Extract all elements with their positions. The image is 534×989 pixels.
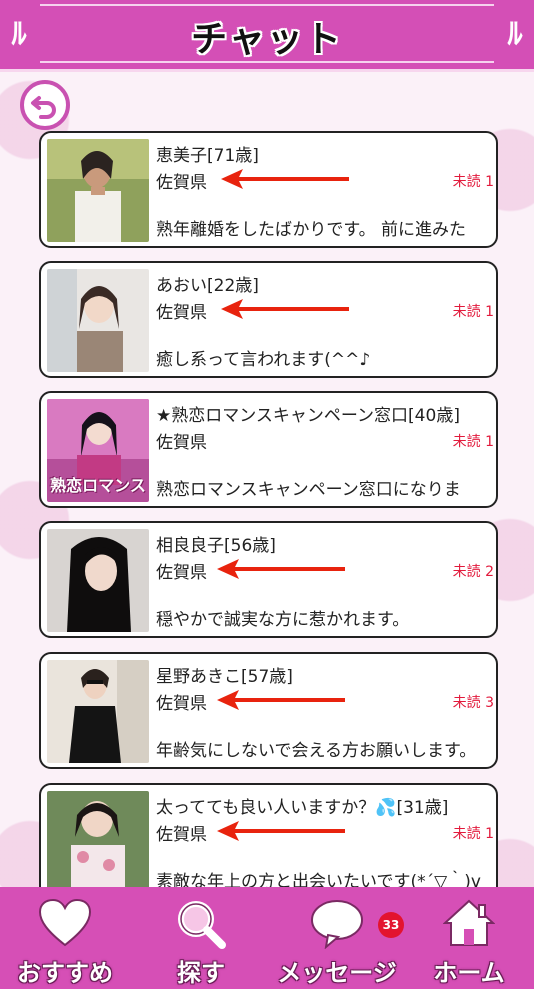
chat-card[interactable]: 太ってても良い人いますか？💦[31歳] 佐賀県 未読 1 素敵な年上の方と出会い… <box>39 783 498 900</box>
red-arrow-icon <box>217 690 345 710</box>
chat-last-message: 年齢気にしないで会える方お願いします。 <box>156 741 477 761</box>
campaign-photo-text: 熟恋ロマンス <box>50 476 146 495</box>
chat-name: 恵美子[71歳] <box>156 146 259 166</box>
profile-photo[interactable] <box>47 139 149 242</box>
chat-card[interactable]: 星野あきこ[57歳] 佐賀県 未読 3 年齢気にしないで会える方お願いします。 <box>39 652 498 769</box>
red-arrow-icon <box>217 559 345 579</box>
unread-badge: 未読 2 <box>452 564 494 580</box>
ornament-icon: ﾙ <box>507 17 523 52</box>
unread-badge: 未読 1 <box>452 174 494 190</box>
nav-search[interactable]: 探す <box>136 895 266 987</box>
search-icon <box>178 901 226 949</box>
chat-name: 星野あきこ[57歳] <box>156 667 293 687</box>
chat-prefecture: 佐賀県 <box>156 173 207 193</box>
chat-prefecture: 佐賀県 <box>156 563 207 583</box>
page-title: チャット <box>191 19 343 60</box>
red-arrow-icon <box>217 821 345 841</box>
profile-photo[interactable] <box>47 269 149 372</box>
chat-name: 相良良子[56歳] <box>156 536 276 556</box>
back-button[interactable] <box>20 80 70 130</box>
chat-prefecture: 佐賀県 <box>156 303 207 323</box>
chat-card[interactable]: 恵美子[71歳] 佐賀県 未読 1 熟年離婚をしたばかりです。 前に進みた <box>39 131 498 248</box>
nav-home[interactable]: ホーム <box>404 895 534 987</box>
message-count-badge: 33 <box>378 912 404 938</box>
chat-prefecture: 佐賀県 <box>156 433 207 453</box>
nav-search-label: 探す <box>177 959 225 987</box>
unread-badge: 未読 3 <box>452 695 494 711</box>
header-bar: ﾙ チャット ﾙ <box>0 0 534 72</box>
chat-last-message: 穏やかで誠実な方に惹かれます。 <box>156 610 410 630</box>
unread-badge: 未読 1 <box>452 304 494 320</box>
chat-name: 太ってても良い人いますか？💦[31歳] <box>156 798 449 818</box>
chat-last-message: 癒し系って言われます(^^♪ <box>156 350 371 370</box>
back-arrow-icon <box>31 96 56 119</box>
heart-icon <box>39 899 91 947</box>
speech-bubble-icon <box>311 900 363 949</box>
chat-card[interactable]: 熟恋ロマンス ★熟恋ロマンスキャンペーン窓口[40歳] 佐賀県 未読 1 熟恋ロ… <box>39 391 498 508</box>
profile-photo[interactable] <box>47 660 149 763</box>
profile-photo[interactable] <box>47 529 149 632</box>
header-divider <box>40 4 494 6</box>
chat-card[interactable]: あおい[22歳] 佐賀県 未読 1 癒し系って言われます(^^♪ <box>39 261 498 378</box>
chat-last-message: 熟恋ロマンスキャンペーン窓口になりま <box>156 480 461 500</box>
unread-badge: 未読 1 <box>452 826 494 842</box>
chat-last-message: 熟年離婚をしたばかりです。 前に進みた <box>156 220 467 240</box>
chat-card[interactable]: 相良良子[56歳] 佐賀県 未読 2 穏やかで誠実な方に惹かれます。 <box>39 521 498 638</box>
nav-home-label: ホーム <box>433 959 505 987</box>
chat-name: ★熟恋ロマンスキャンペーン窓口[40歳] <box>156 406 460 426</box>
red-arrow-icon <box>221 169 349 189</box>
home-icon <box>443 899 495 946</box>
nav-recommend[interactable]: おすすめ <box>0 895 130 987</box>
nav-recommend-label: おすすめ <box>17 959 113 987</box>
profile-photo[interactable] <box>47 791 149 894</box>
chat-name: あおい[22歳] <box>156 276 259 296</box>
nav-messages[interactable]: メッセージ <box>272 895 402 987</box>
bottom-nav: おすすめ 探す メッセージ ホーム <box>0 887 534 989</box>
chat-prefecture: 佐賀県 <box>156 694 207 714</box>
chat-prefecture: 佐賀県 <box>156 825 207 845</box>
unread-badge: 未読 1 <box>452 434 494 450</box>
nav-messages-label: メッセージ <box>277 959 397 987</box>
red-arrow-icon <box>221 299 349 319</box>
profile-photo[interactable]: 熟恋ロマンス <box>47 399 149 502</box>
